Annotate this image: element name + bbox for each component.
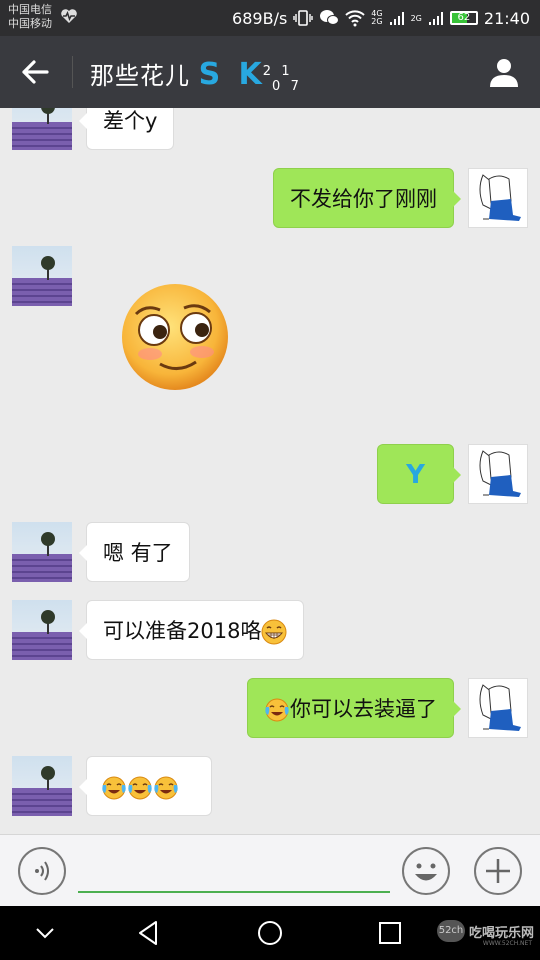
title-digit-0: 0 <box>272 78 282 94</box>
system-navigation-bar: 52ch 吃喝玩乐网 WWW.52CH.NET <box>0 906 540 960</box>
grin-emoji-icon <box>261 619 287 645</box>
contact-avatar[interactable] <box>12 246 72 306</box>
chat-header: 那些花儿 S K2017 <box>0 36 540 108</box>
contact-avatar[interactable] <box>12 522 72 582</box>
carrier-1: 中国电信 <box>8 3 52 16</box>
smiley-icon <box>415 863 437 881</box>
nav-home-icon[interactable] <box>253 916 287 950</box>
nav-recents-icon[interactable] <box>373 916 407 950</box>
clock: 21:40 <box>483 8 530 28</box>
watermark-text: 吃喝玩乐网 <box>468 925 534 941</box>
wifi-icon <box>345 10 365 27</box>
message-text: 你可以去装逼了 <box>290 697 437 721</box>
battery-icon: 62 <box>449 11 478 25</box>
status-icons: 689B/s 4G 2G 2G 62 21:40 <box>232 7 530 29</box>
carrier-labels: 中国电信 中国移动 <box>8 3 52 31</box>
signal-icon-1 <box>389 12 404 25</box>
my-avatar[interactable] <box>468 168 528 228</box>
flushed-face-sticker[interactable] <box>120 282 230 392</box>
message-bubble-incoming[interactable]: 可以准备2018咯 <box>78 600 305 660</box>
contact-avatar[interactable] <box>12 108 72 150</box>
chat-info-person-icon[interactable] <box>488 56 520 88</box>
network-type-3: 2G <box>410 13 422 23</box>
message-text-input[interactable] <box>78 849 390 893</box>
laugh-cry-emoji-icon <box>154 776 178 800</box>
network-type-2: 2G <box>371 17 383 26</box>
chat-title: 那些花儿 S K2017 <box>90 56 300 94</box>
title-letter-k: K <box>238 57 263 92</box>
wechat-notification-icon <box>320 10 340 25</box>
message-bubble-outgoing[interactable]: 你可以去装逼了 <box>247 678 461 738</box>
contact-avatar[interactable] <box>12 756 72 816</box>
carrier-2: 中国移动 <box>8 17 52 30</box>
voice-icon <box>35 861 49 881</box>
title-digit-2: 2 <box>262 64 273 79</box>
hide-nav-chevron-icon[interactable] <box>28 916 62 950</box>
message-bubble-incoming[interactable]: 嗯 有了 <box>79 522 190 582</box>
laugh-cry-emoji-icon <box>128 776 152 800</box>
my-avatar[interactable] <box>468 678 528 738</box>
back-arrow-icon[interactable] <box>20 58 50 86</box>
network-type-label: 4G 2G <box>371 10 382 26</box>
title-digit-1: 1 <box>281 64 291 79</box>
title-digit-7: 7 <box>290 78 300 94</box>
message-input-bar <box>0 834 540 906</box>
laugh-cry-emoji-icon <box>265 698 289 722</box>
heart-rate-icon <box>61 9 77 23</box>
status-bar: 中国电信 中国移动 689B/s 4G 2G 2G 62 21:40 <box>0 0 540 36</box>
network-speed: 689B/s <box>232 8 288 28</box>
plus-icon <box>486 859 510 883</box>
laugh-cry-emoji-icon <box>102 776 126 800</box>
site-watermark: 52ch 吃喝玩乐网 WWW.52CH.NET <box>436 920 534 947</box>
nav-back-icon[interactable] <box>132 916 166 950</box>
watermark-badge: 52ch <box>436 920 465 942</box>
title-letter-s: S <box>198 57 222 92</box>
message-bubble-outgoing[interactable]: Y <box>377 444 461 504</box>
message-bubble-outgoing[interactable]: 不发给你了刚刚 <box>273 168 461 228</box>
message-text: 可以准备2018咯 <box>103 619 262 643</box>
emoji-picker-button[interactable] <box>402 847 450 895</box>
message-list[interactable]: 差个y 不发给你了刚刚 Y 嗯 有了 可以准备2018咯 你可以去装逼了 <box>0 108 540 834</box>
header-divider <box>72 56 73 88</box>
signal-icon-2 <box>428 12 443 25</box>
message-bubble-incoming[interactable]: 差个y <box>78 108 175 150</box>
more-actions-button[interactable] <box>474 847 522 895</box>
watermark-url: WWW.52CH.NET <box>482 940 532 947</box>
title-text: 那些花儿 <box>90 62 190 90</box>
my-avatar[interactable] <box>468 444 528 504</box>
battery-level: 62 <box>457 12 471 23</box>
message-bubble-incoming[interactable] <box>79 756 212 816</box>
voice-input-button[interactable] <box>18 847 66 895</box>
vibrate-icon <box>293 10 313 26</box>
contact-avatar[interactable] <box>12 600 72 660</box>
